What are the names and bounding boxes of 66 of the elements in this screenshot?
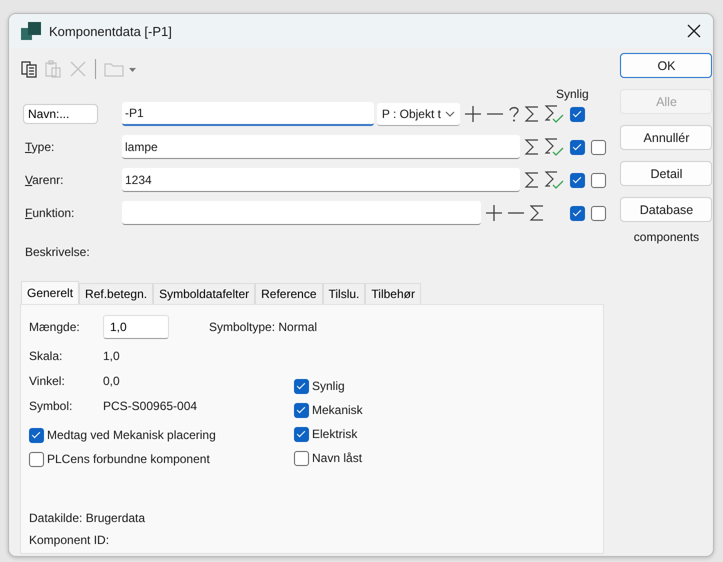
- sum-check-icon[interactable]: [544, 137, 564, 157]
- checkbox[interactable]: [590, 140, 606, 154]
- text-field[interactable]: 1234: [122, 168, 520, 192]
- add-icon[interactable]: [484, 204, 503, 222]
- app-icon: [21, 22, 41, 40]
- dialog-button[interactable]: OK: [620, 53, 712, 78]
- tab[interactable]: Symboldatafelter: [153, 283, 256, 304]
- checkbox[interactable]: [590, 206, 606, 220]
- sum-icon[interactable]: [524, 138, 540, 156]
- property-value: PCS-S00965-004: [103, 398, 198, 412]
- checkbox[interactable]: [29, 452, 44, 466]
- checkbox-label: Navn låst: [312, 451, 362, 465]
- field-label: Mængde:: [29, 320, 81, 334]
- help-icon[interactable]: [508, 105, 520, 123]
- checkbox[interactable]: [294, 426, 309, 442]
- close-icon[interactable]: [687, 24, 701, 38]
- chevron-icon: [444, 110, 455, 116]
- field-label: Funktion:: [25, 206, 76, 220]
- checkbox-label: Synlig: [312, 379, 345, 393]
- checkbox-label: Mekanisk: [312, 403, 363, 417]
- sum-check-icon[interactable]: [544, 170, 564, 190]
- checkbox[interactable]: [570, 172, 585, 188]
- text-field[interactable]: -P1: [122, 102, 374, 126]
- component-id-text: Komponent ID:: [29, 533, 110, 547]
- checkbox-label: Elektrisk: [312, 427, 358, 441]
- checkbox-label: PLCens forbundne komponent: [47, 452, 210, 466]
- type-dropdown[interactable]: P : Objekt t: [376, 102, 460, 126]
- dialog-button[interactable]: Detail: [620, 161, 712, 186]
- field-label: Type:: [25, 140, 56, 154]
- name-button[interactable]: Navn:...: [23, 104, 98, 124]
- add-icon[interactable]: [464, 105, 482, 123]
- tab[interactable]: Reference: [255, 283, 322, 304]
- property-label: Skala:: [29, 348, 64, 362]
- sum-icon[interactable]: [524, 171, 540, 189]
- field-label: Beskrivelse:: [25, 245, 91, 259]
- dialog-button[interactable]: Annullér: [620, 125, 712, 150]
- tab[interactable]: Tilslu.: [322, 283, 366, 304]
- checkbox[interactable]: [570, 106, 585, 122]
- window-title: Komponentdata [-P1]: [49, 24, 173, 38]
- tab[interactable]: Tilbehør: [365, 283, 421, 304]
- checkbox[interactable]: [590, 172, 606, 188]
- text-field[interactable]: lampe: [122, 135, 520, 159]
- quantity-field[interactable]: 1,0: [103, 315, 169, 339]
- symbol-type-text: Symboltype: Normal: [209, 320, 318, 334]
- checkbox-label: Medtag ved Mekanisk placering: [47, 428, 216, 442]
- checkbox[interactable]: [570, 206, 585, 220]
- property-label: Vinkel:: [29, 374, 66, 388]
- field-label: Varenr:: [25, 173, 64, 187]
- property-value: 0,0: [103, 374, 120, 388]
- checkbox[interactable]: [294, 450, 309, 466]
- tab[interactable]: Ref.betegn.: [79, 283, 154, 304]
- tab[interactable]: Generelt: [21, 281, 80, 304]
- sum-icon[interactable]: [524, 105, 540, 123]
- data-source-text: Datakilde: Brugerdata: [29, 511, 146, 525]
- database-note: components: [634, 230, 700, 244]
- checkbox[interactable]: [570, 140, 585, 154]
- text-field[interactable]: [122, 201, 481, 225]
- dialog-button[interactable]: Database: [620, 197, 712, 222]
- sum-icon[interactable]: [528, 204, 545, 222]
- checkbox[interactable]: [29, 428, 44, 442]
- checkbox[interactable]: [294, 402, 309, 418]
- column-header: Synlig: [556, 87, 589, 101]
- property-value: 1,0: [103, 348, 120, 362]
- checkbox[interactable]: [294, 378, 309, 394]
- property-label: Symbol:: [29, 398, 74, 412]
- sum-check-icon[interactable]: [544, 104, 564, 124]
